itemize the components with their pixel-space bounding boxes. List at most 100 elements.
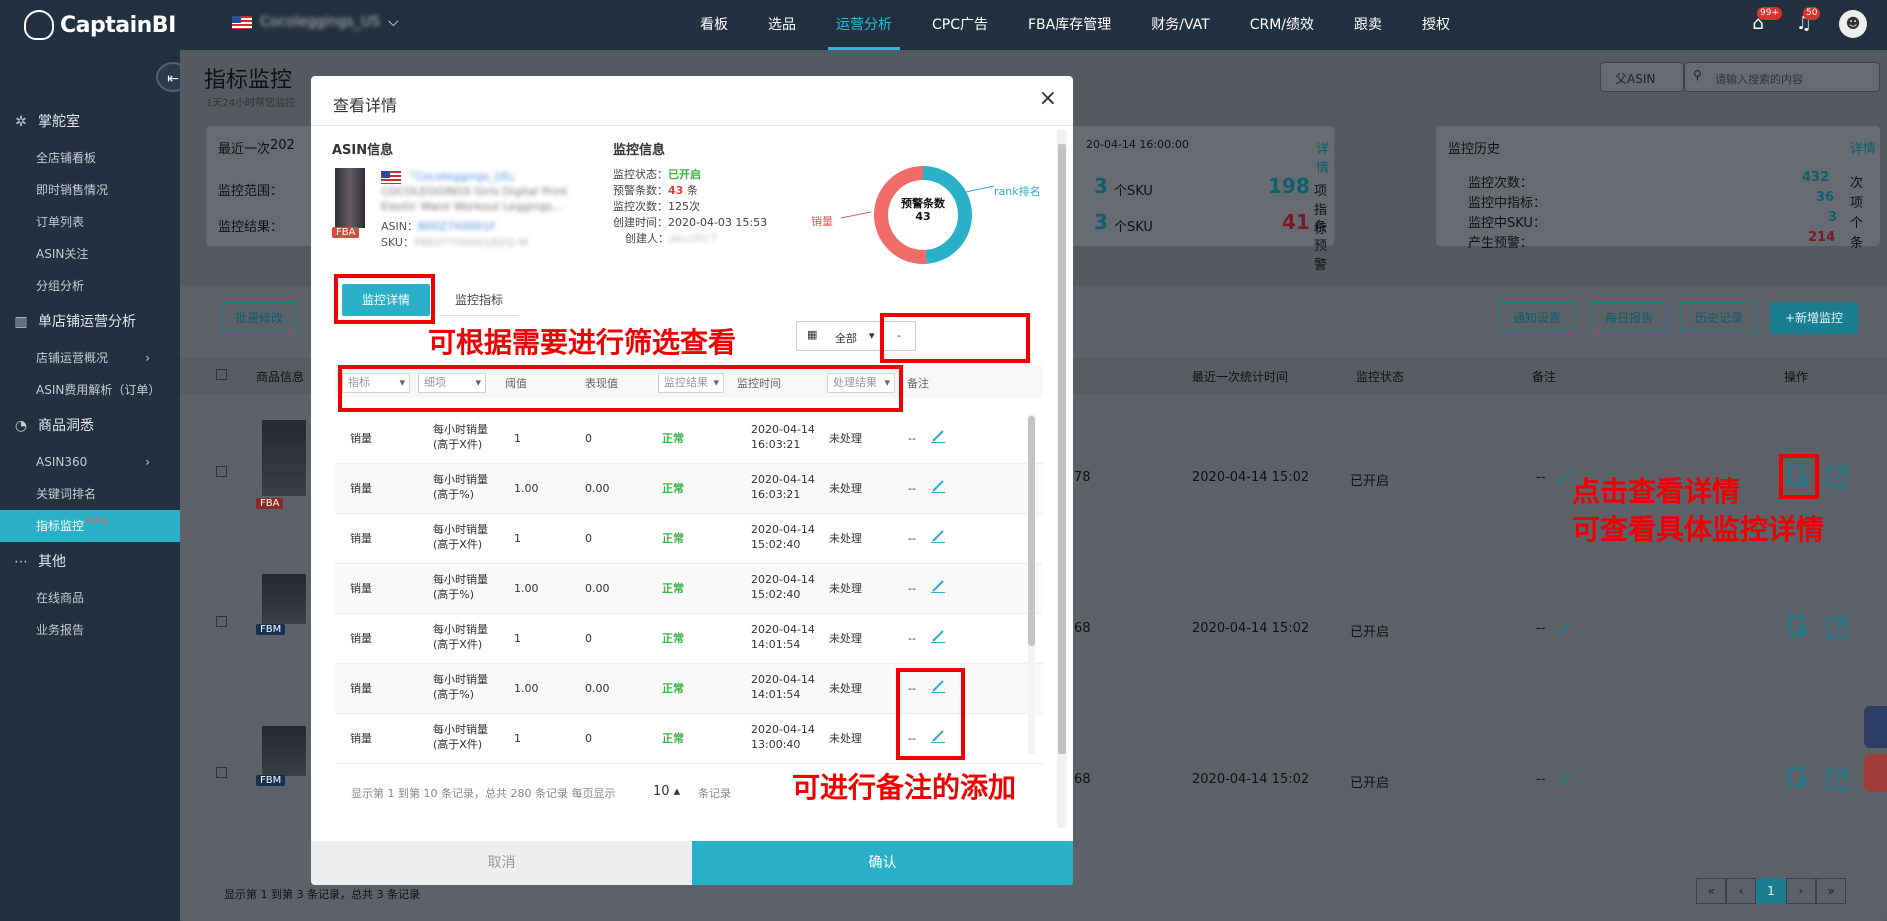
sidebar-item[interactable]: ASIN关注	[0, 238, 180, 270]
sidebar-group[interactable]: ⋯ 其他	[0, 542, 180, 582]
history-detail-link[interactable]: 详情	[1850, 138, 1876, 157]
batch-edit-button[interactable]: 批量修改	[220, 302, 299, 334]
product-title: COCOLEGGINGS Girls Digital Print Elastic…	[381, 185, 568, 213]
edit-icon[interactable]	[1826, 464, 1850, 488]
support-icon[interactable]	[1864, 706, 1887, 748]
row-note: --	[1536, 470, 1546, 485]
bar-chart-icon: ▥	[14, 314, 28, 330]
modal-scrollbar[interactable]	[1057, 130, 1067, 828]
select-all-checkbox[interactable]	[216, 369, 227, 380]
cell-remark: --	[908, 582, 916, 595]
nav-item[interactable]: 财务/VAT	[1131, 0, 1229, 50]
parent-asin-select[interactable]: 父ASIN	[1600, 62, 1684, 92]
sidebar-group[interactable]: ✲ 掌舵室	[0, 102, 180, 142]
notify-settings-button[interactable]: 通知设置	[1498, 302, 1577, 334]
view-detail-icon[interactable]	[1786, 766, 1810, 790]
donut-title: 预警条数	[901, 197, 945, 210]
sidebar-item-label: 指标监控	[36, 519, 85, 533]
col-remark: 备注	[907, 377, 929, 390]
chevron-right-icon: ›	[145, 455, 150, 469]
logo[interactable]: CaptainBI	[24, 10, 176, 40]
close-icon[interactable]: ×	[1039, 88, 1057, 110]
edit-remark-pencil-icon[interactable]	[931, 529, 945, 543]
detail-link[interactable]: 详情	[1316, 138, 1334, 176]
nav-item[interactable]: CRM/绩效	[1230, 0, 1334, 50]
scroll-thumb[interactable]	[1058, 144, 1066, 754]
sidebar-item[interactable]: 分组分析	[0, 270, 180, 302]
sidebar-item[interactable]: 在线商品	[0, 582, 180, 614]
pencil-icon[interactable]	[1556, 772, 1572, 788]
nav-item[interactable]: 跟卖	[1334, 0, 1402, 50]
row-checkbox[interactable]	[216, 466, 227, 477]
sidebar-item[interactable]: 即时销售情况	[0, 174, 180, 206]
sidebar-item[interactable]: 订单列表	[0, 206, 180, 238]
cancel-button[interactable]: 取消	[311, 841, 692, 885]
search-input[interactable]: ⚲ 请输入搜索的内容	[1684, 62, 1880, 92]
page-last[interactable]: »	[1816, 878, 1846, 904]
cell-time: 16:03:21	[751, 488, 801, 501]
cell-subitem-detail: (高于X件)	[433, 538, 483, 551]
bell-icon[interactable]: ♫ 50	[1793, 7, 1821, 35]
tab-monitor-metrics[interactable]: 监控指标	[439, 284, 519, 316]
edit-remark-pencil-icon[interactable]	[931, 629, 945, 643]
page-next[interactable]: ›	[1786, 878, 1816, 904]
metric-count: 198	[1268, 174, 1310, 198]
row-count: 68	[1074, 621, 1091, 636]
chevron-right-icon: ›	[145, 351, 150, 365]
nav-item[interactable]: FBA库存管理	[1008, 0, 1131, 50]
cell-date: 2020-04-14	[751, 473, 815, 486]
nav-item[interactable]: 选品	[748, 0, 816, 50]
cell-subitem-detail: (高于%)	[433, 688, 475, 701]
sidebar-item-active[interactable]: 指标监控 beta	[0, 510, 180, 542]
confirm-button[interactable]: 确认	[692, 841, 1073, 885]
page-size-select[interactable]: 10 ▴	[653, 784, 680, 799]
daily-report-button[interactable]: 每日报告	[1590, 302, 1669, 334]
product-image	[262, 420, 306, 496]
parent-asin-label: 父ASIN	[1615, 72, 1656, 86]
pencil-icon[interactable]	[1556, 621, 1572, 637]
sidebar-group[interactable]: ▥ 单店铺运营分析	[0, 302, 180, 342]
page-first[interactable]: «	[1696, 878, 1726, 904]
sidebar-item[interactable]: 全店铺看板	[0, 142, 180, 174]
pencil-icon[interactable]	[1556, 470, 1572, 486]
cell-value: 0	[585, 732, 592, 745]
nav-item[interactable]: 授权	[1402, 0, 1470, 50]
edit-icon[interactable]	[1826, 766, 1850, 790]
col-status[interactable]: 监控状态	[1356, 368, 1404, 385]
nav-item[interactable]: 看板	[680, 0, 748, 50]
edit-remark-pencil-icon[interactable]	[931, 479, 945, 493]
notice-icon[interactable]: ⌂ 99+	[1747, 7, 1782, 35]
row-checkbox[interactable]	[216, 767, 227, 778]
row-time: 2020-04-14 15:02	[1192, 772, 1310, 787]
nav-item[interactable]: CPC广告	[912, 0, 1008, 50]
sidebar-item[interactable]: ASIN费用解析（订单）	[0, 374, 180, 406]
cell-metric: 销量	[350, 532, 372, 545]
edit-icon[interactable]	[1826, 615, 1850, 639]
top-right-tools: ⌂ 99+ ♫ 50 ☻	[1747, 7, 1867, 38]
table-scroll-thumb[interactable]	[1028, 416, 1035, 646]
sidebar-item[interactable]: 店铺运营概况 ›	[0, 342, 180, 374]
table-scrollbar[interactable]	[1028, 414, 1035, 754]
add-monitor-button[interactable]: +新增监控	[1770, 302, 1859, 334]
page-prev[interactable]: ‹	[1726, 878, 1756, 904]
nav-item-active[interactable]: 运营分析	[816, 0, 912, 50]
gift-icon[interactable]	[1864, 754, 1887, 792]
legend-rank: rank排名	[994, 185, 1041, 198]
history-card: 监控历史 详情 监控次数： 432 次 监控中指标： 36 项 监控中SKU： …	[1436, 126, 1880, 251]
view-detail-icon[interactable]	[1786, 615, 1810, 639]
avatar[interactable]: ☻	[1839, 10, 1867, 38]
store-selector[interactable]: Cocoleggings_US ⌵	[232, 14, 399, 30]
modal-title: 查看详情	[333, 96, 398, 115]
asin-value[interactable]: B00Z7X0001F	[418, 220, 496, 233]
row-checkbox[interactable]	[216, 616, 227, 627]
cell-subitem: 每小时销量	[433, 573, 488, 586]
sidebar-item[interactable]: ASIN360 ›	[0, 446, 180, 478]
sidebar-item[interactable]: 业务报告	[0, 614, 180, 646]
page-current[interactable]: 1	[1756, 878, 1786, 904]
store-link[interactable]: 「Cocoleggings_US」	[405, 170, 521, 183]
history-button[interactable]: 历史记录	[1680, 302, 1759, 334]
edit-remark-pencil-icon[interactable]	[931, 579, 945, 593]
sidebar-group[interactable]: ◔ 商品洞悉	[0, 406, 180, 446]
edit-remark-pencil-icon[interactable]	[931, 429, 945, 443]
cell-time: 16:03:21	[751, 438, 801, 451]
